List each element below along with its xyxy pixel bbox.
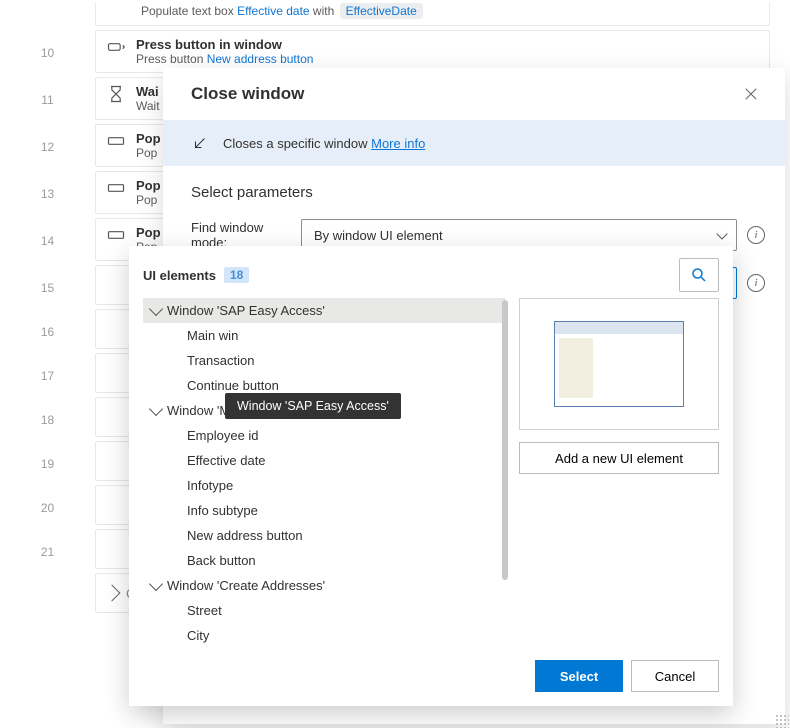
tree-item-label: New address button [187,528,303,543]
populate-icon [106,225,126,245]
tree-item-label: Infotype [187,478,233,493]
tree-item[interactable]: Back button [143,548,505,573]
step-num: 13 [0,169,95,201]
more-info-link[interactable]: More info [371,136,425,151]
info-icon[interactable]: i [747,274,765,292]
resize-handle-icon[interactable] [775,714,789,728]
chevron-down-icon [716,228,727,239]
tree-item[interactable]: Transaction [143,348,505,373]
tree-item-label: Continue button [187,378,279,393]
step-sub: Pop [136,146,161,160]
info-icon[interactable]: i [747,226,765,244]
step-num: 17 [0,351,95,383]
tree-item-label: Employee id [187,428,259,443]
arrow-down-left-icon [191,134,209,152]
tree-item[interactable]: Info subtype [143,498,505,523]
tree-item[interactable]: Window 'Create Addresses' [143,573,505,598]
select-button[interactable]: Select [535,660,623,692]
ui-elements-tree: Window 'SAP Easy Access' Main win Transact… [143,298,505,648]
step-title: Pop [136,225,161,240]
step-num: 12 [0,122,95,154]
tooltip: Window 'SAP Easy Access' [225,393,401,419]
preview-thumbnail [554,321,684,407]
banner-text: Closes a specific window [223,136,371,151]
tree-item-label: Effective date [187,453,266,468]
step-num: 19 [0,439,95,471]
partial-mid: with [313,4,338,18]
step-num: 15 [0,263,95,295]
preview-box [519,298,719,430]
tree-item[interactable]: Street [143,598,505,623]
tree-item[interactable]: Employee id [143,423,505,448]
tree-item-label: Main win [187,328,238,343]
step-num: 21 [0,527,95,559]
press-button-icon [106,37,126,57]
step-num: 18 [0,395,95,427]
cancel-button[interactable]: Cancel [631,660,719,692]
populate-icon [106,178,126,198]
step-title: Pop [136,131,161,146]
step-sub: Wait [136,99,160,113]
partial-link[interactable]: Effective date [237,4,310,18]
dialog-banner: Closes a specific window More info [163,120,785,166]
search-icon [690,266,708,284]
tree-item[interactable]: Infotype [143,473,505,498]
tree-item-label: Info subtype [187,503,258,518]
step-title: Press button in window [136,37,313,52]
step-num: 20 [0,483,95,515]
step-num: 14 [0,216,95,248]
workflow-step-partial[interactable]: Populate text box Effective date with Ef… [95,2,770,26]
tree-item[interactable]: Window 'SAP Easy Access' [143,298,505,323]
ui-elements-header: UI elements [143,268,216,283]
chevron-down-icon [149,302,163,316]
step-sub: Press button [136,52,207,66]
partial-pill: EffectiveDate [340,3,423,19]
step-sub-link[interactable]: New address button [207,52,314,66]
tree-item-label: Transaction [187,353,254,368]
ui-elements-count-badge: 18 [224,267,249,283]
add-ui-element-button[interactable]: Add a new UI element [519,442,719,474]
dialog-title: Close window [191,84,304,104]
step-title: Pop [136,178,161,193]
section-title: Select parameters [163,166,785,211]
tree-item-label: Back button [187,553,256,568]
tree-item-label: Window 'SAP Easy Access' [167,303,325,318]
find-window-mode-value: By window UI element [314,228,443,243]
wait-icon [106,84,126,104]
partial-text: Populate text box [141,4,237,18]
tree-item-label: City [187,628,209,643]
tree-item[interactable]: New address button [143,523,505,548]
dialog-close-button[interactable] [739,82,763,106]
chevron-right-icon [104,585,121,602]
tree-item[interactable]: City [143,623,505,648]
workflow-step[interactable]: Press button in window Press button New … [95,30,770,73]
tree-item[interactable]: Effective date [143,448,505,473]
scrollbar[interactable] [502,300,508,580]
step-num: 11 [0,75,95,107]
tree-item[interactable]: Main win [143,323,505,348]
step-num: 10 [0,28,95,60]
tree-item-label: Window 'Create Addresses' [167,578,325,593]
close-icon [744,87,758,101]
chevron-down-icon [149,577,163,591]
ui-elements-dropdown: UI elements 18 Window 'SAP Easy Access' M… [129,246,733,706]
step-sub: Pop [136,193,161,207]
search-button[interactable] [679,258,719,292]
step-num: 16 [0,307,95,339]
populate-icon [106,131,126,151]
step-title: Wai [136,84,160,99]
tree-item-label: Street [187,603,222,618]
chevron-down-icon [149,402,163,416]
